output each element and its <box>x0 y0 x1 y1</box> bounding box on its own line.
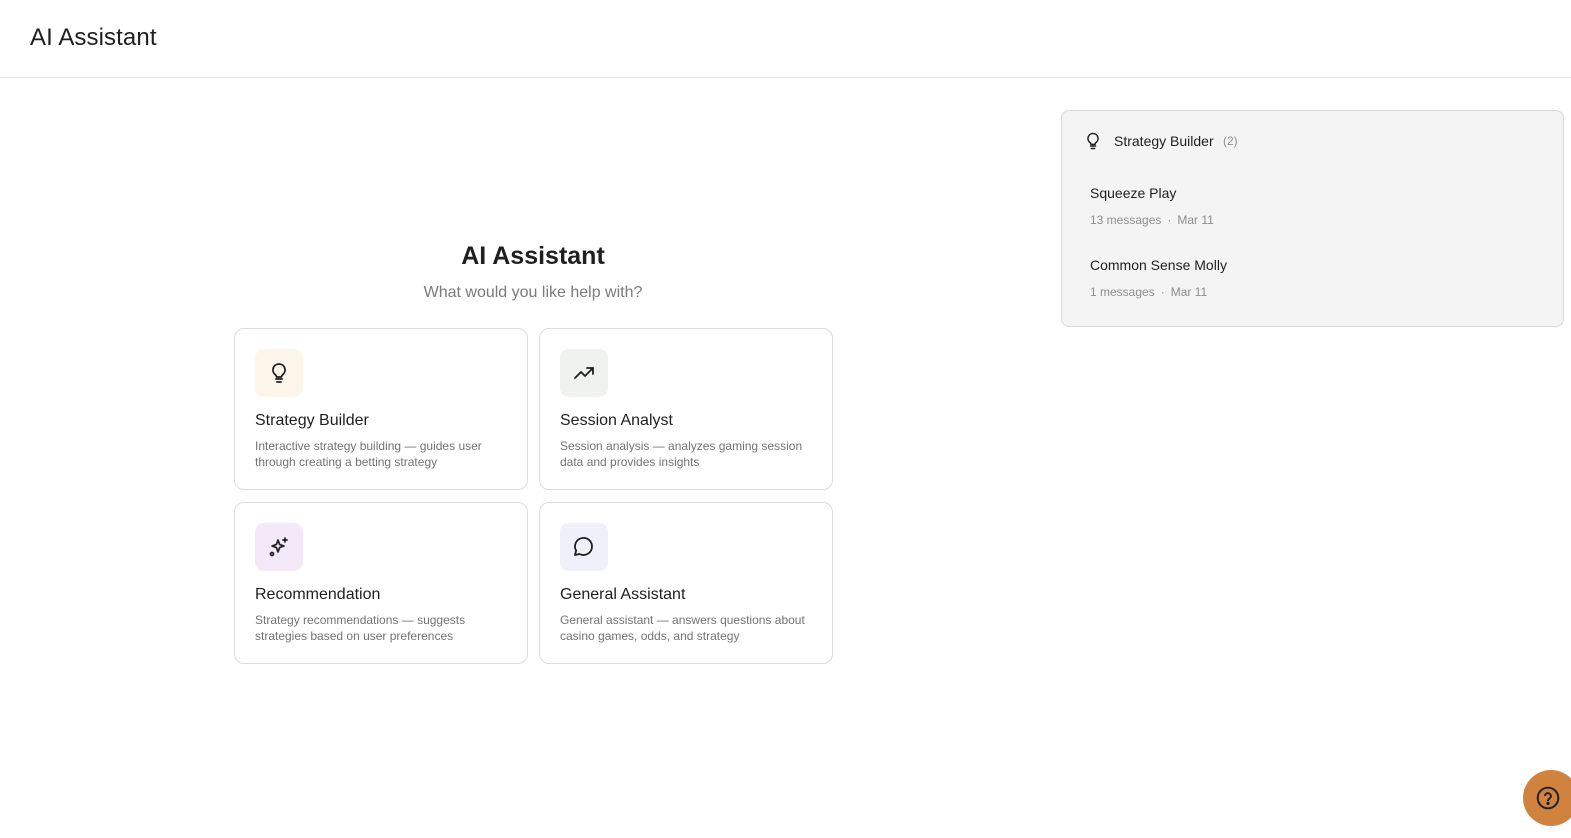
card-description: General assistant — answers questions ab… <box>560 613 805 643</box>
conversation-title: Common Sense Molly <box>1090 257 1227 273</box>
top-bar: AI Assistant <box>0 0 1571 78</box>
app-title: AI Assistant <box>30 24 157 51</box>
history-group-count: (2) <box>1223 134 1238 148</box>
message-count: 1 messages <box>1090 285 1155 299</box>
sparkles-icon <box>255 523 303 571</box>
card-description: Session analysis — analyzes gaming sessi… <box>560 439 803 469</box>
conversation-title: Squeeze Play <box>1090 185 1177 201</box>
trending-up-icon <box>560 349 608 397</box>
card-title: Session Analyst <box>560 412 673 429</box>
chat-bubble-icon <box>560 523 608 571</box>
question-icon <box>1536 786 1560 810</box>
hero-subtitle: What would you like help with? <box>423 284 643 301</box>
card-title: General Assistant <box>560 586 686 603</box>
message-count: 13 messages <box>1090 213 1162 227</box>
conversation-item[interactable]: Squeeze Play 13 messages · Mar 11 <box>1090 185 1550 241</box>
card-recommendation[interactable]: Recommendation Strategy recommendations … <box>234 502 528 664</box>
conversation-date: Mar 11 <box>1177 213 1214 227</box>
card-strategy-builder[interactable]: Strategy Builder Interactive strategy bu… <box>234 328 528 490</box>
help-button[interactable] <box>1523 770 1571 826</box>
card-title: Recommendation <box>255 586 381 603</box>
conversation-item[interactable]: Common Sense Molly 1 messages · Mar 11 <box>1090 257 1550 313</box>
conversation-history-panel: Strategy Builder (2) Squeeze Play 13 mes… <box>1061 110 1564 327</box>
card-session-analyst[interactable]: Session Analyst Session analysis — analy… <box>539 328 833 490</box>
card-general-assistant[interactable]: General Assistant General assistant — an… <box>539 502 833 664</box>
lightbulb-icon <box>1080 128 1106 154</box>
conversation-date: Mar 11 <box>1170 285 1208 299</box>
card-description: Strategy recommendations — suggests stra… <box>255 613 466 643</box>
card-description: Interactive strategy building — guides u… <box>255 439 482 469</box>
card-title: Strategy Builder <box>255 412 369 429</box>
hero-title: AI Assistant <box>461 242 605 270</box>
conversation-meta: 1 messages · Mar 11 <box>1090 285 1208 299</box>
conversation-meta: 13 messages · Mar 11 <box>1090 213 1214 227</box>
history-group-title: Strategy Builder <box>1114 133 1214 149</box>
lightbulb-icon <box>255 349 303 397</box>
